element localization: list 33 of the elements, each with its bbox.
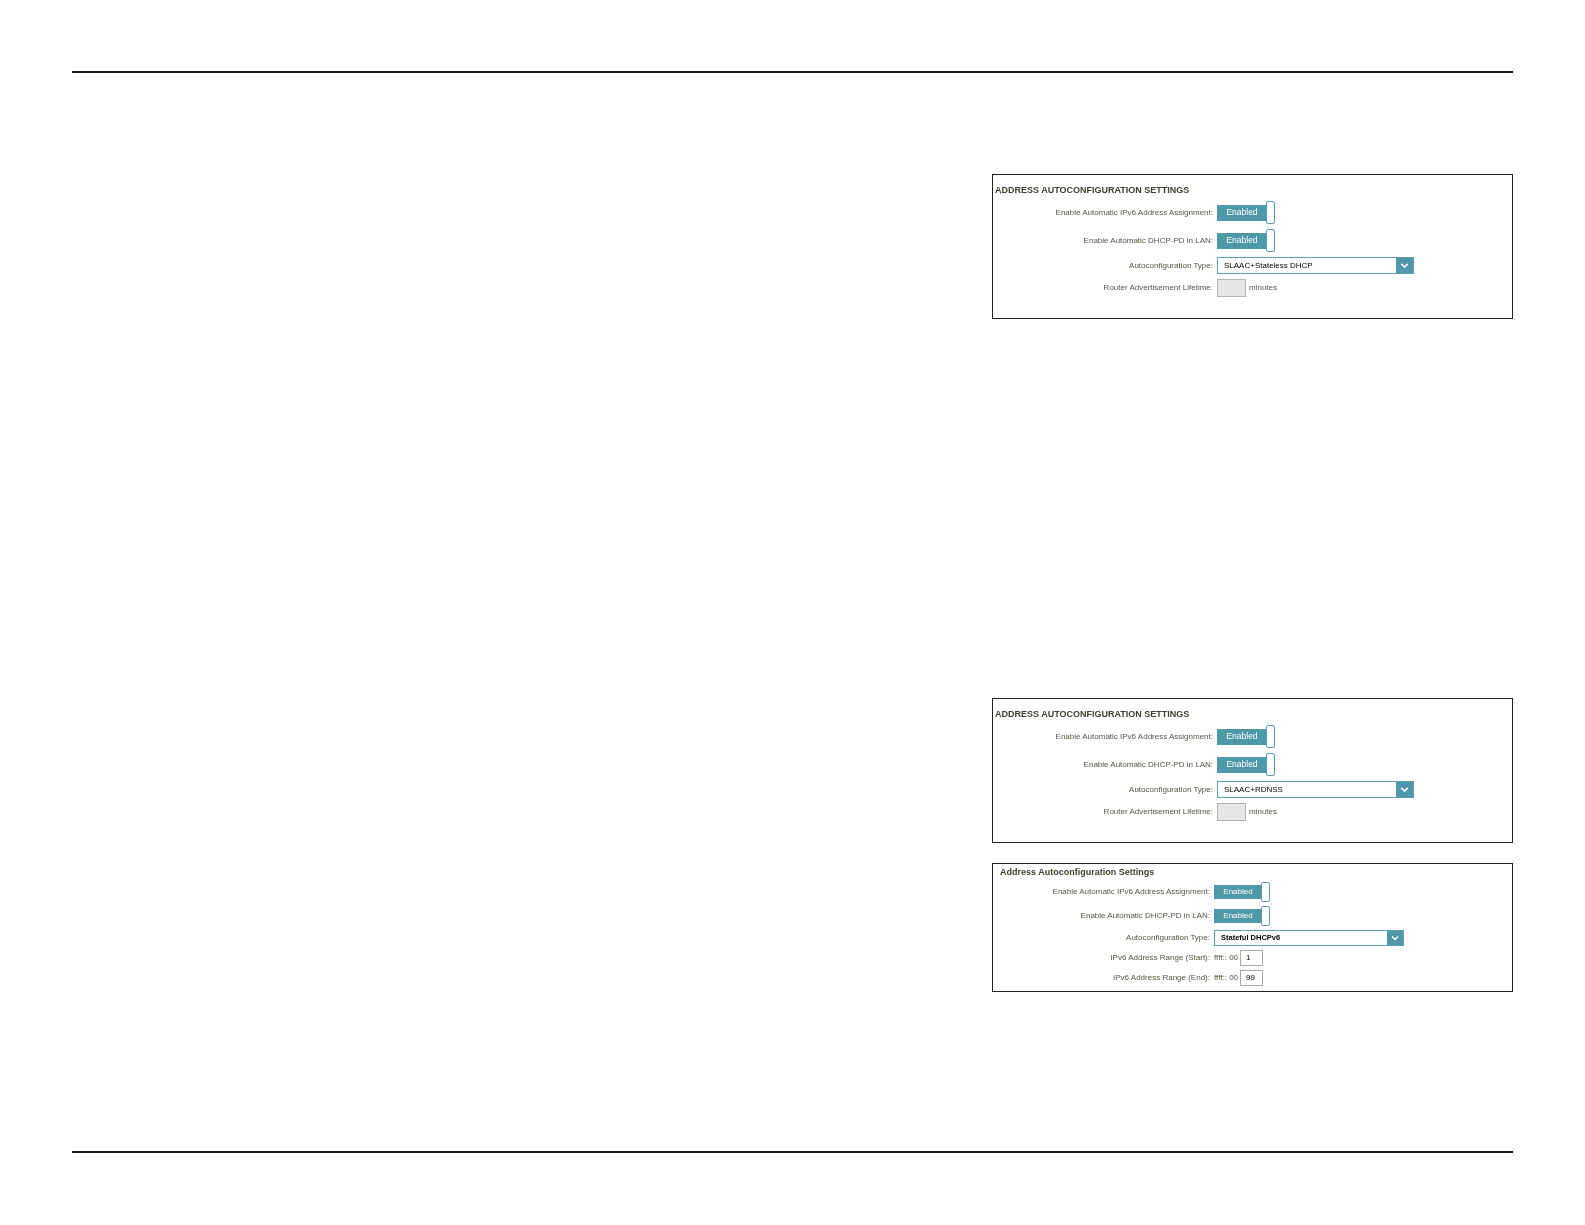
panel-title: Address Autoconfiguration Settings <box>999 866 1155 878</box>
dropdown[interactable]: SLAAC+Stateless DHCP <box>1217 257 1414 274</box>
field-label: Router Advertisement Lifetime: <box>1103 284 1213 292</box>
unit-label: minutes <box>1249 808 1277 816</box>
field-label: Autoconfiguration Type: <box>1126 934 1210 942</box>
dropdown[interactable]: SLAAC+RDNSS <box>1217 781 1414 798</box>
address-prefix: ffff:: 00 <box>1214 974 1239 982</box>
field-label: Enable Automatic DHCP-PD in LAN: <box>1083 760 1213 769</box>
field-label: IPv6 Address Range (Start): <box>1110 954 1210 962</box>
toggle-knob[interactable] <box>1266 725 1275 748</box>
address-prefix: ffff:: 00 <box>1214 954 1239 962</box>
unit-label: minutes <box>1249 284 1277 292</box>
toggle-knob[interactable] <box>1266 201 1275 224</box>
chevron-down-icon <box>1396 258 1413 273</box>
input-field[interactable]: 1 <box>1240 950 1264 966</box>
field-label: Enable Automatic IPv6 Address Assignment: <box>1055 732 1213 741</box>
toggle-knob[interactable] <box>1266 753 1275 776</box>
field-label: Enable Automatic DHCP-PD in LAN: <box>1080 912 1210 920</box>
field-label: Enable Automatic IPv6 Address Assignment: <box>1055 208 1213 217</box>
field-label: IPv6 Address Range (End): <box>1113 974 1210 982</box>
field-label: Enable Automatic DHCP-PD in LAN: <box>1083 236 1213 245</box>
toggle-knob[interactable] <box>1266 229 1275 252</box>
panel-title: ADDRESS AUTOCONFIGURATION SETTINGS <box>994 184 1190 196</box>
field-label: Router Advertisement Lifetime: <box>1103 808 1213 816</box>
chevron-down-icon <box>1387 931 1403 945</box>
panel-title: ADDRESS AUTOCONFIGURATION SETTINGS <box>994 708 1190 720</box>
field-label: Autoconfiguration Type: <box>1129 785 1213 794</box>
field-label: Autoconfiguration Type: <box>1129 261 1213 270</box>
field-label: Enable Automatic IPv6 Address Assignment: <box>1052 888 1210 896</box>
toggle-knob[interactable] <box>1261 906 1270 926</box>
input-field[interactable]: 99 <box>1240 970 1264 986</box>
chevron-down-icon <box>1396 782 1413 797</box>
toggle-knob[interactable] <box>1261 882 1270 902</box>
